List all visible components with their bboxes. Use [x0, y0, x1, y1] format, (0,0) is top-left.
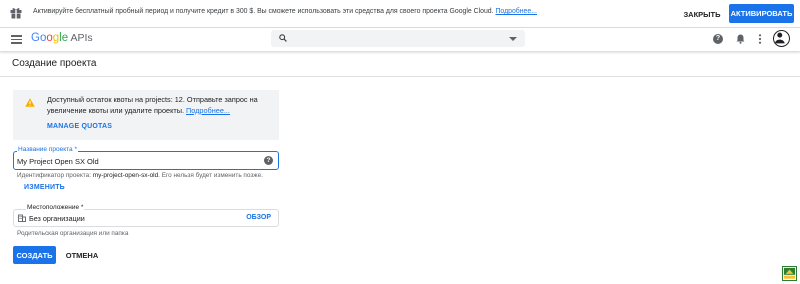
project-name-input[interactable] — [17, 155, 257, 167]
help-icon[interactable]: ? — [264, 156, 273, 165]
quota-text: Доступный остаток квоты на projects: 12.… — [47, 95, 272, 116]
avatar-image — [774, 32, 785, 44]
cancel-button[interactable]: ОТМЕНА — [62, 246, 102, 264]
project-id-prefix: Идентификатор проекта: — [17, 172, 93, 179]
banner-message: Активируйте бесплатный пробный период и … — [33, 8, 494, 15]
location-value: Без организации — [29, 214, 85, 223]
page-title: Создание проекта — [12, 58, 97, 69]
location-field[interactable]: Местоположение * Без организации ОБЗОР — [13, 204, 279, 227]
manage-quotas-link[interactable]: MANAGE QUOTAS — [47, 123, 112, 130]
create-button[interactable]: СОЗДАТЬ — [13, 246, 56, 264]
search-icon — [279, 34, 287, 42]
browse-button[interactable]: ОБЗОР — [246, 214, 271, 221]
building-icon — [18, 214, 26, 222]
warning-icon — [25, 98, 35, 107]
gift-icon — [10, 8, 22, 19]
search-bar[interactable] — [271, 30, 525, 47]
close-banner-button[interactable]: ЗАКРЫТЬ — [681, 6, 723, 22]
banner-text: Активируйте бесплатный пробный период и … — [33, 8, 537, 15]
menu-icon[interactable] — [11, 35, 22, 44]
trial-banner: Активируйте бесплатный пробный период и … — [0, 0, 800, 28]
activate-button[interactable]: АКТИВИРОВАТЬ — [729, 4, 794, 23]
logo-part: Go — [31, 32, 47, 44]
change-id-button[interactable]: ИЗМЕНИТЬ — [24, 184, 65, 191]
google-apis-logo[interactable]: Google APIs — [31, 32, 93, 44]
watermark-logo — [782, 266, 797, 281]
bell-icon[interactable] — [736, 34, 745, 44]
logo-part: le — [59, 32, 69, 44]
project-name-label: Название проекта * — [17, 146, 78, 153]
divider — [0, 76, 800, 77]
more-vert-icon[interactable] — [758, 34, 762, 44]
help-icon[interactable]: ? — [713, 34, 723, 44]
project-id-hint: Идентификатор проекта: my-project-open-s… — [17, 172, 263, 179]
avatar[interactable] — [773, 30, 790, 47]
quota-notice: Доступный остаток квоты на projects: 12.… — [13, 90, 279, 140]
logo-part: APIs — [68, 32, 93, 44]
quota-learn-more-link[interactable]: Подробнее... — [186, 106, 230, 115]
project-id-value: my-project-open-sx-old — [92, 172, 159, 179]
banner-learn-more-link[interactable]: Подробнее... — [495, 8, 536, 15]
chevron-down-icon[interactable] — [509, 37, 517, 41]
project-id-suffix: . Его нельзя будет изменить позже. — [158, 172, 263, 179]
location-hint: Родительская организация или папка — [17, 230, 129, 237]
project-name-field[interactable]: Название проекта * ? — [13, 146, 279, 170]
location-label: Местоположение * — [26, 204, 85, 211]
